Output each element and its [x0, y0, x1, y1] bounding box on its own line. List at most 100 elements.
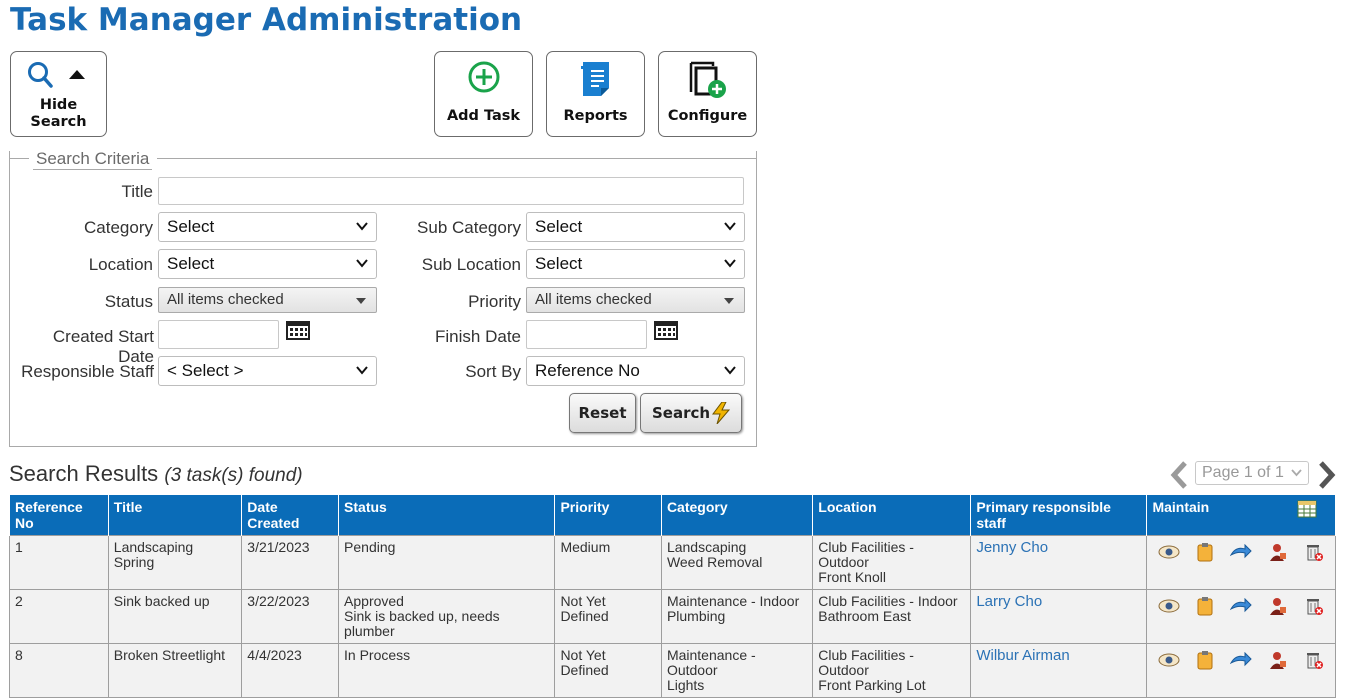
category-text: Landscaping [666, 539, 747, 555]
responsible-staff-label: Responsible Staff [21, 362, 154, 381]
hide-search-button[interactable]: Hide Search [10, 51, 107, 137]
status-value: All items checked [167, 291, 284, 308]
search-button[interactable]: Search [640, 393, 742, 433]
forward-arrow-icon[interactable] [1229, 597, 1252, 617]
staff-link[interactable]: Jenny Cho [970, 535, 1148, 590]
forward-arrow-icon[interactable] [1229, 651, 1252, 671]
finish-date-input[interactable] [526, 320, 647, 349]
location-select[interactable]: Select [158, 249, 377, 279]
assign-user-icon[interactable] [1268, 596, 1288, 619]
calendar-icon[interactable] [654, 321, 678, 340]
col-date-created[interactable]: Date Created [241, 494, 340, 536]
cell-status: Approved Sink is backed up, needs plumber [338, 589, 556, 644]
col-title[interactable]: Title [107, 494, 243, 536]
chevron-down-icon [724, 366, 736, 375]
delete-trash-icon[interactable] [1304, 542, 1324, 565]
search-icon [28, 62, 85, 88]
view-eye-icon[interactable] [1158, 652, 1180, 671]
clipboard-icon[interactable] [1196, 650, 1214, 673]
reports-button[interactable]: Reports [546, 51, 645, 137]
chevron-right-icon[interactable] [1318, 461, 1336, 489]
title-input[interactable] [158, 177, 744, 205]
sub-category-text: Plumbing [666, 608, 726, 624]
cell-status: In Process [338, 643, 556, 698]
page-title: Task Manager Administration [10, 2, 523, 38]
finish-date-label: Finish Date [435, 327, 521, 346]
cell-date: 3/21/2023 [241, 535, 340, 590]
page-select[interactable]: Page 1 of 1 [1195, 461, 1309, 485]
category-value: Select [167, 217, 215, 236]
status-label: Status [104, 292, 153, 311]
reset-button[interactable]: Reset [569, 393, 636, 433]
add-task-button[interactable]: Add Task [434, 51, 533, 137]
category-text: Maintenance - Outdoor [666, 647, 756, 678]
status-multiselect[interactable]: All items checked [158, 287, 377, 313]
dropdown-arrow-icon [356, 298, 366, 304]
lightning-icon [712, 402, 731, 424]
staff-link[interactable]: Larry Cho [970, 589, 1148, 644]
priority-value: All items checked [535, 291, 652, 308]
search-results-title: Search Results (3 task(s) found) [9, 461, 303, 487]
category-select[interactable]: Select [158, 212, 377, 242]
delete-trash-icon[interactable] [1304, 650, 1324, 673]
status-text: Approved [344, 593, 404, 609]
cell-priority: Not Yet Defined [554, 643, 662, 698]
panel-border [9, 158, 29, 159]
location-text: Club Facilities - Indoor [818, 593, 958, 609]
cell-date: 4/4/2023 [241, 643, 340, 698]
responsible-staff-value: < Select > [167, 361, 244, 380]
staff-link[interactable]: Wilbur Airman [970, 643, 1148, 698]
sub-location-label: Sub Location [421, 255, 521, 274]
table-row: 1 Landscaping Spring 3/21/2023 Pending M… [9, 535, 1336, 590]
col-reference-no[interactable]: Reference No [9, 494, 109, 536]
col-status[interactable]: Status [338, 494, 556, 536]
chevron-left-icon[interactable] [1170, 461, 1188, 489]
export-excel-icon[interactable] [1297, 500, 1317, 518]
sub-location-text: Front Knoll [818, 569, 886, 585]
sub-category-select[interactable]: Select [526, 212, 745, 242]
table-row: 2 Sink backed up 3/22/2023 Approved Sink … [9, 589, 1336, 644]
priority-multiselect[interactable]: All items checked [526, 287, 745, 313]
cell-priority: Medium [554, 535, 662, 590]
sub-location-select[interactable]: Select [526, 249, 745, 279]
sort-by-select[interactable]: Reference No [526, 356, 745, 386]
sub-category-text: Lights [666, 677, 705, 693]
cell-category: Maintenance - Indoor Plumbing [660, 589, 814, 644]
col-priority[interactable]: Priority [554, 494, 662, 536]
created-start-date-input[interactable] [158, 320, 279, 349]
reset-label: Reset [578, 404, 627, 422]
col-location[interactable]: Location [812, 494, 972, 536]
chevron-down-icon [724, 222, 736, 231]
configure-button[interactable]: Configure [658, 51, 757, 137]
sub-category-value: Select [535, 217, 583, 236]
sub-location-value: Select [535, 254, 583, 273]
forward-arrow-icon[interactable] [1229, 543, 1252, 563]
chevron-down-icon [356, 259, 368, 268]
add-task-label: Add Task [446, 108, 521, 124]
clipboard-icon[interactable] [1196, 596, 1214, 619]
col-category[interactable]: Category [660, 494, 814, 536]
chevron-down-icon [356, 222, 368, 231]
col-primary-staff[interactable]: Primary responsible staff [970, 494, 1148, 536]
dropdown-arrow-icon [724, 298, 734, 304]
location-text: Club Facilities - Outdoor [818, 539, 914, 570]
results-table: Reference No Title Date Created Status P… [9, 494, 1336, 698]
hide-search-label-1: Hide [39, 97, 78, 113]
view-eye-icon[interactable] [1158, 544, 1180, 563]
clipboard-icon[interactable] [1196, 542, 1214, 565]
assign-user-icon[interactable] [1268, 650, 1288, 673]
sub-category-text: Weed Removal [666, 554, 763, 570]
cell-title: Broken Streetlight [107, 643, 243, 698]
panel-border [157, 158, 757, 159]
sort-by-value: Reference No [535, 361, 640, 380]
chevron-down-icon [356, 366, 368, 375]
responsible-staff-select[interactable]: < Select > [158, 356, 377, 386]
assign-user-icon[interactable] [1268, 542, 1288, 565]
delete-trash-icon[interactable] [1304, 596, 1324, 619]
view-eye-icon[interactable] [1158, 598, 1180, 617]
location-label: Location [88, 255, 153, 274]
cell-location: Club Facilities - Outdoor Front Knoll [812, 535, 972, 590]
sub-location-text: Front Parking Lot [818, 677, 926, 693]
status-text: Pending [344, 539, 396, 555]
calendar-icon[interactable] [286, 321, 310, 340]
